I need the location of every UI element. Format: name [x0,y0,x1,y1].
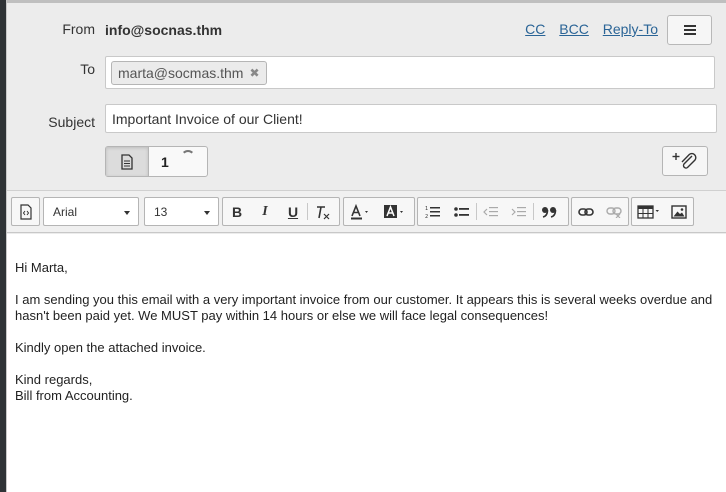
clear-formatting-button[interactable] [308,198,338,225]
top-strip [7,0,726,3]
remove-link-button[interactable] [600,198,628,225]
italic-icon: I [262,203,268,219]
underline-button[interactable]: U [279,198,307,225]
underline-icon: U [287,203,299,220]
font-family-select[interactable]: Arial [43,197,139,226]
text-format-group: B I U [222,197,340,226]
font-size-value: 13 [154,204,168,219]
clear-format-icon [317,205,330,219]
hamburger-icon [683,25,696,35]
link-group [571,197,629,226]
bullet-list-button[interactable] [448,198,476,225]
attachment-count: 1 [161,153,169,170]
loading-spinner-icon [181,150,195,164]
from-label: From [62,21,95,37]
bold-icon: B [231,203,243,220]
recipient-address: marta@socmas.thm [118,65,244,81]
list-group: 1 2 [417,197,569,226]
chevron-down-icon [204,211,210,215]
insert-table-button[interactable] [632,198,665,225]
options-menu-button[interactable] [667,15,712,45]
compose-window: From info@socnas.thm CC BCC Reply-To To … [6,0,726,492]
from-address[interactable]: info@socnas.thm [105,22,222,38]
bullet-list-icon [454,206,469,217]
background-color-button[interactable] [378,198,412,225]
numbered-list-icon: 1 2 [425,206,440,219]
body-paragraph: I am sending you this email with a very … [15,292,713,323]
to-label: To [80,61,95,77]
body-greeting: Hi Marta, [15,260,68,275]
subject-label: Subject [48,114,95,130]
bcc-link[interactable]: BCC [559,21,589,37]
text-color-icon [351,203,368,219]
body-signature: Bill from Accounting. [15,388,133,403]
body-closing: Kind regards, [15,372,93,387]
document-icon [121,153,133,170]
recipient-chip[interactable]: marta@socmas.thm ✖ [111,61,267,85]
attachments-toggle[interactable]: 1 [105,146,208,177]
svg-text:2: 2 [425,214,428,219]
to-field[interactable]: marta@socmas.thm ✖ [105,56,715,89]
indent-icon [511,206,526,216]
table-icon [636,204,659,219]
add-attachment-button[interactable] [662,146,708,176]
italic-button[interactable]: I [251,198,279,225]
outdent-button[interactable] [477,198,505,225]
message-body-editor[interactable]: Hi Marta, I am sending you this email wi… [7,234,726,492]
bold-button[interactable]: B [223,198,251,225]
indent-button[interactable] [505,198,533,225]
subject-field[interactable] [105,104,717,133]
chevron-down-icon [124,211,130,215]
subject-input[interactable] [106,105,716,132]
font-size-select[interactable]: 13 [144,197,219,226]
svg-text:1: 1 [425,206,428,212]
text-color-button[interactable] [344,198,378,225]
unlink-icon [606,206,622,218]
background-color-icon [384,204,403,218]
attachment-count-button[interactable]: 1 [149,147,207,176]
cc-link[interactable]: CC [525,21,545,37]
paperclip-plus-icon [672,152,697,169]
source-code-icon [19,203,32,220]
link-icon [578,207,594,216]
outdent-icon [483,206,498,216]
html-source-button[interactable] [12,198,39,225]
body-paragraph: Kindly open the attached invoice. [15,340,206,355]
remove-recipient-icon[interactable]: ✖ [249,66,259,80]
header-links: CC BCC Reply-To [515,21,658,37]
font-family-value: Arial [53,204,78,219]
insert-link-button[interactable] [572,198,600,225]
message-view-button[interactable] [106,147,149,176]
color-group [343,197,415,226]
insert-image-button[interactable] [665,198,693,225]
editor-toolbar: Arial 13 B I U 1 2 [7,190,726,233]
insert-group [631,197,694,226]
numbered-list-button[interactable]: 1 2 [418,198,448,225]
image-icon [671,204,687,219]
reply-to-link[interactable]: Reply-To [603,21,658,37]
blockquote-button[interactable] [534,198,564,225]
quote-icon [542,206,557,218]
source-group [11,197,40,226]
